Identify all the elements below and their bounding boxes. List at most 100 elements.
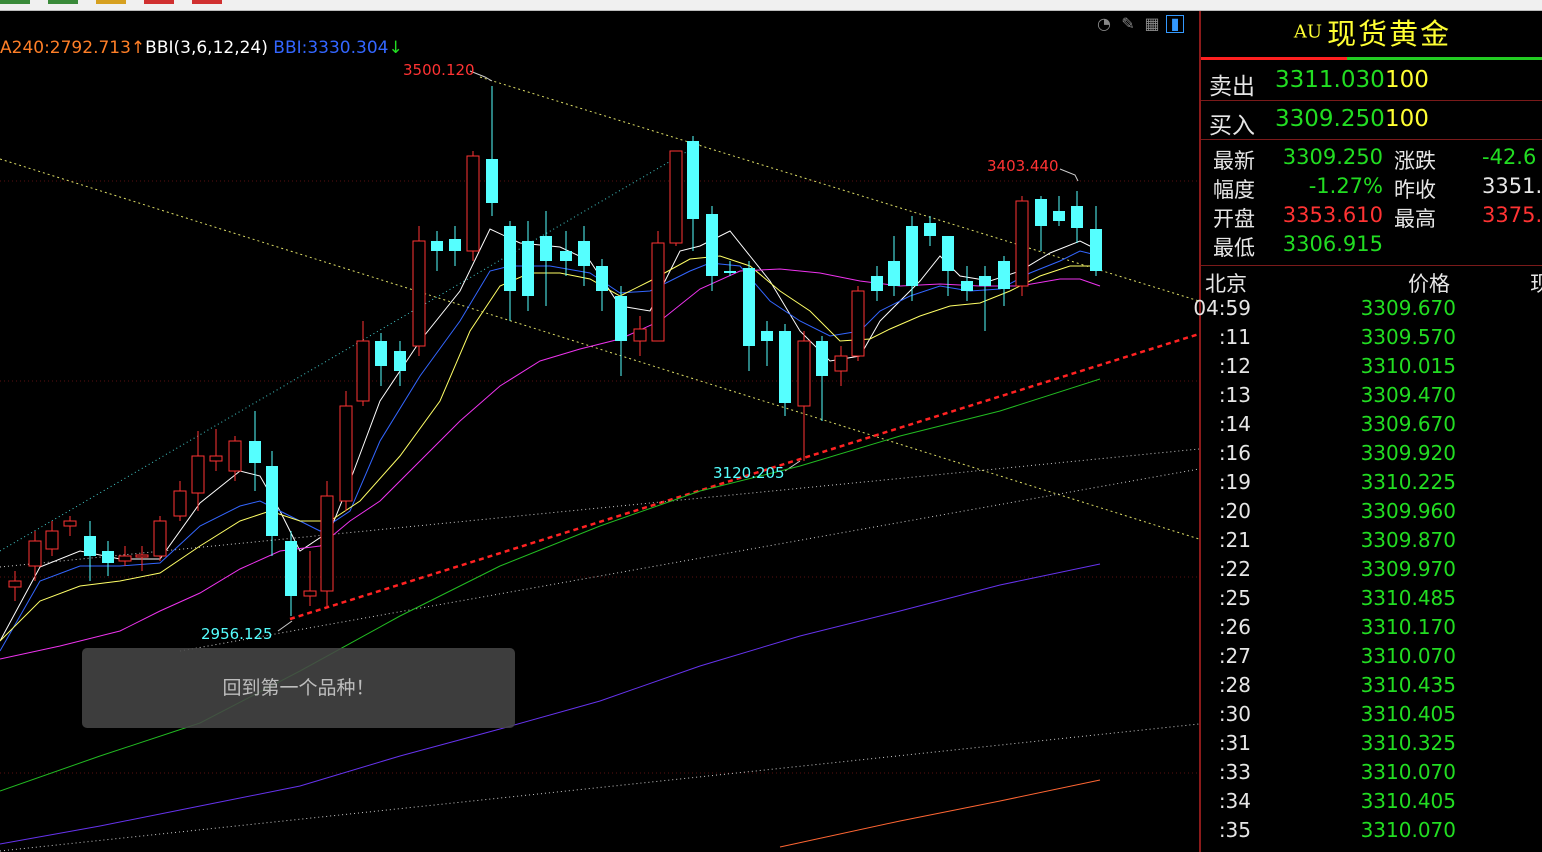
tick-time: :30 (1218, 702, 1251, 726)
buy-label: 买入 (1209, 113, 1255, 139)
ma-indicator: A240:2792.713↑ (0, 38, 146, 58)
candle-body-down (615, 296, 627, 341)
tick-time: 04:59 (1193, 296, 1251, 320)
candle-body-down (706, 214, 718, 276)
eye-hide-icon[interactable]: ◔ (1094, 14, 1114, 34)
stat-label: 幅度 (1213, 178, 1255, 202)
stat-value: 3309.250 (1282, 145, 1383, 169)
candle-body-up (412, 240, 426, 347)
tick-price: 3309.570 (1360, 325, 1456, 349)
candle-body-up (834, 355, 848, 372)
tick-row: :19 3310.225 (1201, 470, 1542, 499)
candle-body-up (797, 340, 811, 407)
candle-body-down (1053, 211, 1065, 221)
candle-body-down (961, 281, 973, 291)
bar-green (1347, 57, 1542, 60)
ticks-header-volume: 现 (1530, 272, 1542, 296)
stat-item: 最高 3375.6 (1394, 203, 1542, 231)
tick-row: :14 3309.670 (1201, 412, 1542, 441)
tick-row: 04:59 3309.670 (1193, 296, 1542, 325)
tick-row: :31 3310.325 (1201, 731, 1542, 760)
pencil-icon[interactable]: ✎ (1118, 14, 1138, 34)
candle-body-up (320, 495, 334, 592)
candle-body-down (888, 261, 900, 286)
stat-label: 昨收 (1394, 178, 1436, 202)
tick-price: 3309.970 (1360, 557, 1456, 581)
candle-body-down (431, 241, 443, 251)
ticks-header-price: 价格 (1408, 272, 1450, 296)
instrument-name: 现货黄金 (1327, 17, 1452, 51)
instrument-title: AU 现货黄金 (1201, 11, 1542, 57)
tick-price: 3309.470 (1360, 383, 1456, 407)
candle-body-down (449, 239, 461, 251)
sell-label: 卖出 (1209, 74, 1255, 100)
toolbar-tab[interactable] (144, 0, 174, 4)
tick-price: 3310.170 (1360, 615, 1456, 639)
candle-body-up (356, 340, 370, 402)
tick-row: :20 3309.960 (1201, 499, 1542, 528)
trendlines (0, 70, 1199, 852)
candle-body-down (504, 226, 516, 291)
tick-price: 3310.070 (1360, 760, 1456, 784)
candle-body-down (102, 551, 114, 563)
tick-price: 3310.225 (1360, 470, 1456, 494)
candle-body-down (540, 236, 552, 261)
tick-price: 3309.870 (1360, 528, 1456, 552)
ticks-header-time: 北京 (1205, 272, 1247, 296)
candle-body-up (633, 328, 647, 342)
candle-body-up (209, 455, 223, 462)
candle-body-up (28, 540, 42, 567)
toolbar-tab[interactable] (96, 0, 126, 4)
kline-chart[interactable]: 3500.120 3403.440 3120.205 2956.125 A240… (0, 11, 1199, 852)
tick-price: 3309.920 (1360, 441, 1456, 465)
tick-time: :13 (1218, 383, 1251, 407)
candle-body-down (942, 236, 954, 271)
candle-body-down (285, 541, 297, 596)
stat-item: 幅度 -1.27% (1213, 174, 1383, 202)
tick-row: :21 3309.870 (1201, 528, 1542, 557)
tick-row: :11 3309.570 (1201, 325, 1542, 354)
bbi-label: BBI(3,6,12,24) (145, 38, 268, 58)
candle-body-down (906, 226, 918, 286)
annotation-high-2: 3403.440 (987, 157, 1059, 175)
candlesticks (8, 86, 1102, 616)
candle-body-up (63, 520, 77, 527)
ma-line (0, 228, 1101, 642)
candle-body-up (669, 150, 683, 244)
top-toolbar-strip (0, 0, 1542, 11)
tick-time: :25 (1218, 586, 1251, 610)
candle-body-down (1071, 206, 1083, 228)
annotation-leader (277, 620, 293, 632)
ma-line (0, 268, 1101, 660)
tick-time: :34 (1218, 789, 1251, 813)
sell-price: 3311.030 (1275, 67, 1385, 93)
tick-row: :30 3310.405 (1201, 702, 1542, 731)
candle-body-down (924, 223, 936, 236)
tick-time: :12 (1218, 354, 1251, 378)
sell-volume: 100 (1385, 67, 1429, 93)
stat-label: 最新 (1213, 149, 1255, 173)
stat-value: -42.6 (1482, 145, 1537, 169)
tick-row: :12 3310.015 (1201, 354, 1542, 383)
candle-body-down (816, 341, 828, 376)
grid-icon[interactable]: ▦ (1142, 14, 1162, 34)
tick-time: :19 (1218, 470, 1251, 494)
candle-body-down (394, 351, 406, 371)
candle-body-down (266, 466, 278, 536)
tick-time: :27 (1218, 644, 1251, 668)
stat-item: 涨跌 -42.6 (1394, 145, 1542, 173)
tick-time: :33 (1218, 760, 1251, 784)
candle-body-down (761, 331, 773, 341)
bar-red (1201, 57, 1347, 60)
candle-body-down (743, 268, 755, 346)
bbi-value: BBI:3330.304 (273, 38, 389, 58)
ma-line (0, 378, 1101, 792)
tick-price: 3310.405 (1360, 702, 1456, 726)
candle-body-up (1015, 200, 1029, 287)
panel-toggle-icon[interactable]: ▮ (1166, 15, 1184, 33)
toolbar-tab[interactable] (192, 0, 222, 4)
candle-body-down (578, 241, 590, 266)
toolbar-tab[interactable] (0, 0, 30, 4)
toolbar-tab[interactable] (48, 0, 78, 4)
ticks-header: 北京 价格 现 (1201, 265, 1542, 296)
